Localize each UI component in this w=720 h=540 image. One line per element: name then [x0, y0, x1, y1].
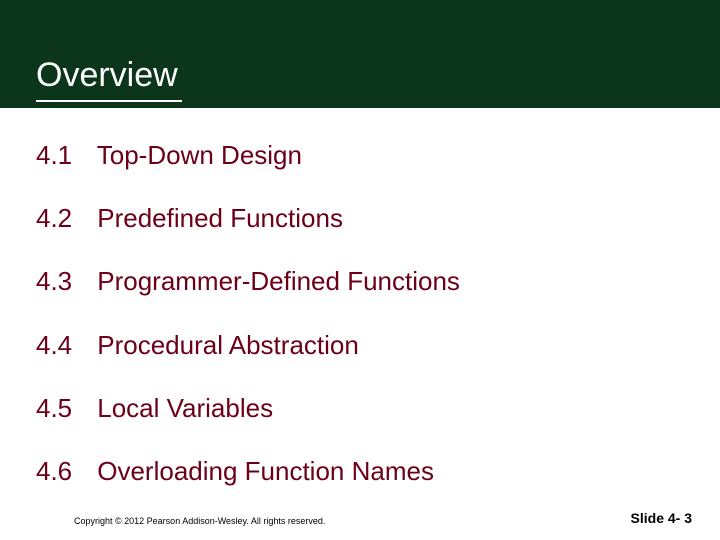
page-title: Overview	[36, 56, 178, 95]
item-label: Programmer-Defined Functions	[97, 266, 460, 296]
item-number: 4.6	[36, 456, 90, 487]
item-number: 4.5	[36, 393, 90, 424]
list-item: 4.4 Procedural Abstraction	[36, 330, 676, 361]
copyright-text: Copyright © 2012 Pearson Addison-Wesley.…	[74, 516, 325, 526]
item-label: Local Variables	[97, 393, 273, 423]
list-item: 4.2 Predefined Functions	[36, 203, 676, 234]
slide: Overview 4.1 Top-Down Design 4.2 Predefi…	[0, 0, 720, 540]
list-item: 4.3 Programmer-Defined Functions	[36, 266, 676, 297]
content-list: 4.1 Top-Down Design 4.2 Predefined Funct…	[36, 140, 676, 519]
item-number: 4.1	[36, 140, 90, 171]
item-number: 4.3	[36, 266, 90, 297]
item-label: Procedural Abstraction	[97, 330, 359, 360]
list-item: 4.5 Local Variables	[36, 393, 676, 424]
title-underline	[36, 100, 182, 102]
list-item: 4.6 Overloading Function Names	[36, 456, 676, 487]
footer: Copyright © 2012 Pearson Addison-Wesley.…	[0, 504, 720, 526]
header-band: Overview	[0, 0, 720, 108]
list-item: 4.1 Top-Down Design	[36, 140, 676, 171]
item-label: Top-Down Design	[97, 140, 302, 170]
item-label: Predefined Functions	[97, 203, 343, 233]
item-number: 4.4	[36, 330, 90, 361]
item-number: 4.2	[36, 203, 90, 234]
item-label: Overloading Function Names	[97, 456, 434, 486]
slide-number: Slide 4- 3	[631, 510, 692, 526]
